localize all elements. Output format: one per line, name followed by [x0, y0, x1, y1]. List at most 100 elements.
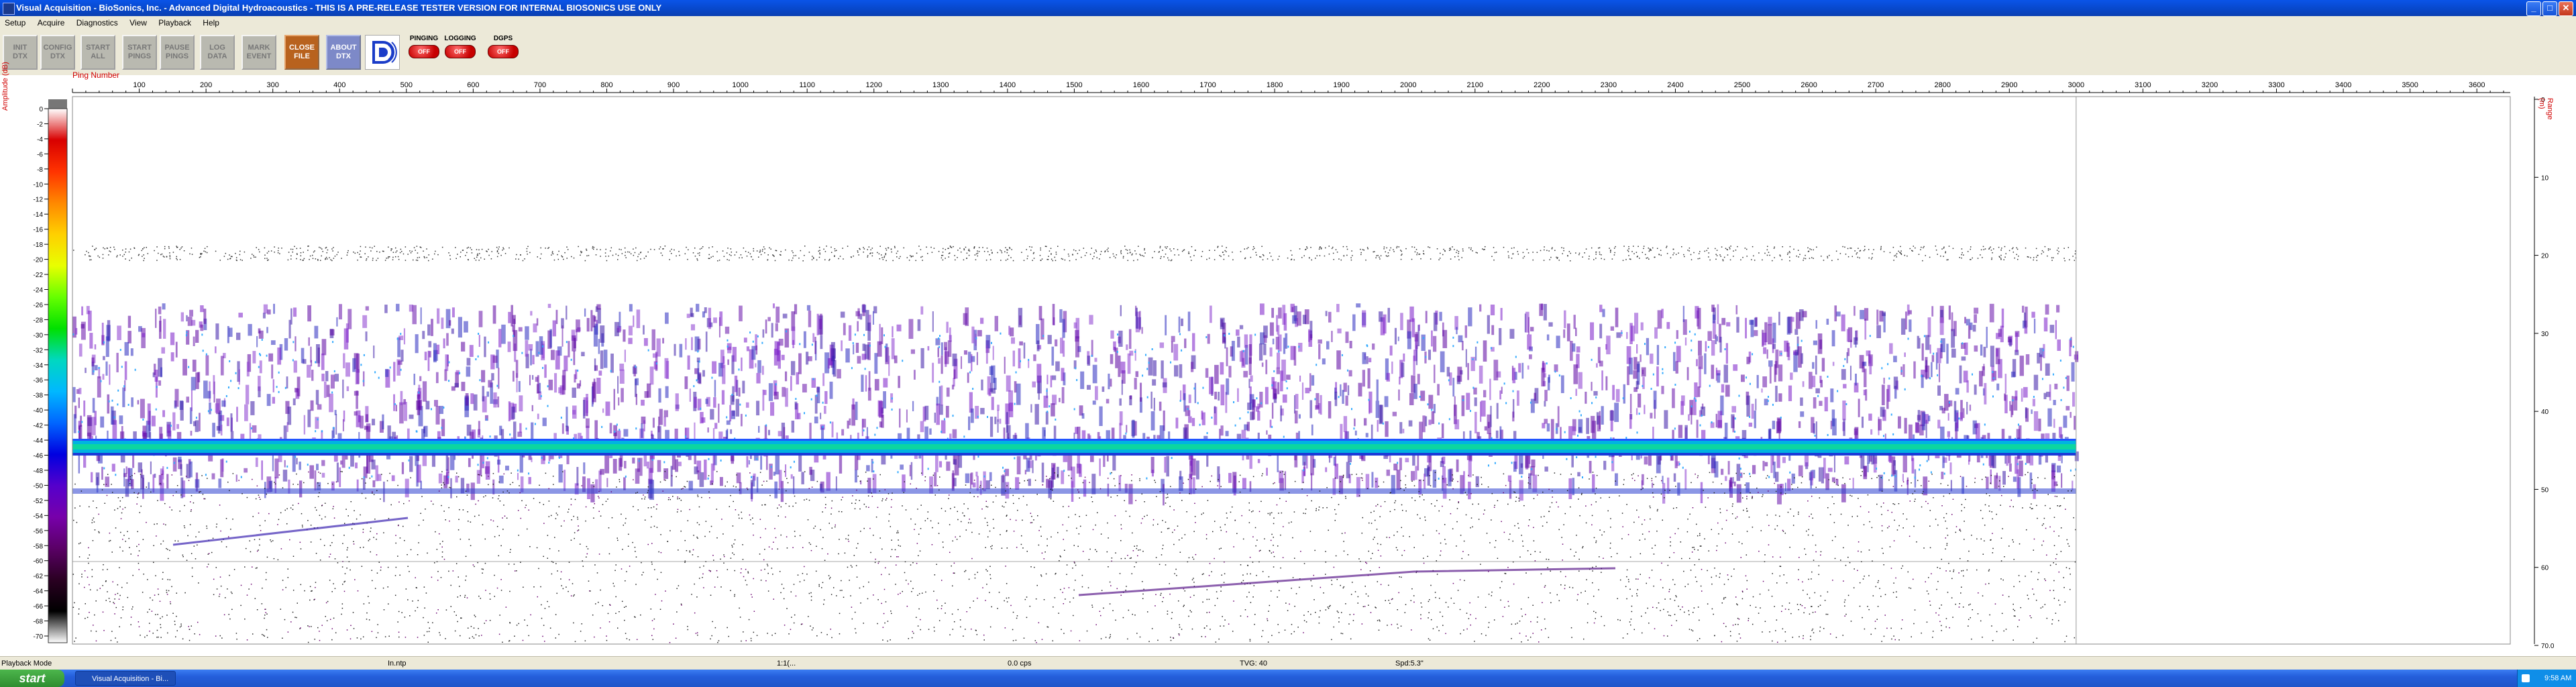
config-dtx-button[interactable]: CONFIG DTX — [40, 35, 75, 70]
echo-mark — [399, 402, 404, 424]
echo-mark — [368, 256, 369, 258]
echo-mark — [1073, 408, 1075, 411]
echo-mark — [345, 362, 350, 377]
echo-mark — [1774, 361, 1778, 375]
echo-mark — [1584, 252, 1585, 254]
echo-mark — [691, 337, 693, 350]
x-tick-label: 1200 — [865, 81, 881, 89]
echo-mark — [1028, 478, 1031, 486]
echo-mark — [170, 425, 172, 427]
echo-mark — [290, 308, 292, 325]
echo-mark — [1764, 399, 1768, 406]
echo-mark — [763, 246, 765, 248]
echo-mark — [1310, 247, 1311, 248]
echo-mark — [1479, 365, 1483, 384]
echo-mark — [1318, 248, 1320, 250]
echo-mark — [1165, 248, 1167, 249]
echo-mark — [332, 341, 334, 344]
echo-mark — [713, 397, 716, 408]
menu-playback[interactable]: Playback — [154, 16, 196, 30]
close-file-button[interactable]: CLOSE FILE — [284, 35, 319, 70]
echo-mark — [203, 380, 208, 399]
echo-mark — [292, 248, 294, 250]
echo-mark — [493, 392, 497, 408]
menu-acquire[interactable]: Acquire — [33, 16, 70, 30]
echo-mark — [2038, 418, 2041, 431]
echo-mark — [407, 254, 409, 255]
echo-mark — [1778, 364, 1783, 382]
echogram-svg[interactable]: 100 200 300 400 500 600 700 800 900 1000 1100 1200 1… — [0, 75, 2576, 656]
menu-help[interactable]: Help — [198, 16, 224, 30]
echo-mark — [1622, 397, 1624, 400]
echo-mark — [1262, 254, 1264, 256]
echo-mark — [1951, 312, 1953, 331]
echo-mark — [1043, 395, 1049, 408]
echo-mark — [954, 255, 955, 256]
echo-mark — [103, 467, 105, 470]
echo-mark — [1657, 310, 1662, 329]
echo-mark — [756, 250, 758, 252]
echo-mark — [1014, 403, 1016, 405]
echo-mark — [1961, 248, 1963, 250]
echo-mark — [2041, 250, 2043, 252]
echo-mark — [1400, 258, 1402, 260]
echo-mark — [1390, 247, 1392, 249]
echo-mark — [720, 459, 722, 462]
log-data-button[interactable]: LOG DATA — [200, 35, 235, 70]
about-dtx-button[interactable]: ABOUT DTX — [326, 35, 361, 70]
maximize-button[interactable]: □ — [2542, 1, 2557, 16]
echo-mark — [2056, 250, 2058, 251]
echo-mark — [262, 313, 266, 319]
echo-mark — [1578, 252, 1580, 254]
echo-mark — [917, 625, 919, 627]
echo-mark — [1113, 341, 1116, 350]
echo-mark — [1929, 256, 1931, 258]
echo-mark — [441, 317, 444, 329]
close-window-button[interactable]: ✕ — [2559, 1, 2573, 16]
echo-mark — [378, 376, 380, 379]
echo-mark — [1046, 411, 1049, 413]
echo-mark — [867, 255, 869, 256]
menu-diagnostics[interactable]: Diagnostics — [72, 16, 123, 30]
echo-mark — [1279, 470, 1283, 483]
echo-mark — [1468, 307, 1472, 327]
echo-mark — [1481, 401, 1486, 417]
echo-mark — [1179, 399, 1181, 402]
echo-mark — [465, 254, 466, 256]
echo-mark — [332, 250, 333, 252]
minimize-button[interactable]: _ — [2526, 1, 2541, 16]
echo-mark — [888, 356, 890, 376]
echo-mark — [1836, 311, 1841, 317]
echo-mark — [138, 492, 140, 494]
menu-setup[interactable]: Setup — [0, 16, 30, 30]
echo-mark — [1914, 476, 1916, 479]
echo-mark — [712, 246, 713, 248]
echo-mark — [1513, 247, 1515, 249]
menu-view[interactable]: View — [125, 16, 152, 30]
echo-mark — [941, 257, 943, 259]
echo-mark — [437, 308, 440, 324]
echo-mark — [698, 254, 700, 256]
echo-mark — [161, 253, 163, 255]
echo-mark — [1925, 335, 1930, 350]
x-tick-label: 3600 — [2469, 81, 2485, 89]
echo-mark — [601, 425, 603, 428]
echo-mark — [985, 480, 990, 490]
mark-event-button[interactable]: MARK EVENT — [241, 35, 276, 70]
echo-mark — [168, 246, 170, 248]
echo-mark — [1652, 247, 1654, 249]
echo-mark — [1111, 472, 1112, 474]
echo-mark — [1320, 247, 1322, 249]
echo-mark — [330, 259, 331, 260]
echo-mark — [292, 359, 294, 362]
echo-mark — [488, 248, 489, 250]
start-all-button[interactable]: START ALL — [80, 35, 115, 70]
echo-mark — [849, 418, 851, 425]
logging-indicator: LOGGING OFF — [441, 35, 479, 70]
pause-pings-button[interactable]: PAUSE PINGS — [160, 35, 195, 70]
echo-mark — [538, 352, 540, 354]
echo-mark — [1351, 408, 1353, 411]
echo-mark — [1192, 333, 1195, 352]
echo-mark — [1552, 247, 1553, 248]
start-pings-button[interactable]: START PINGS — [122, 35, 157, 70]
